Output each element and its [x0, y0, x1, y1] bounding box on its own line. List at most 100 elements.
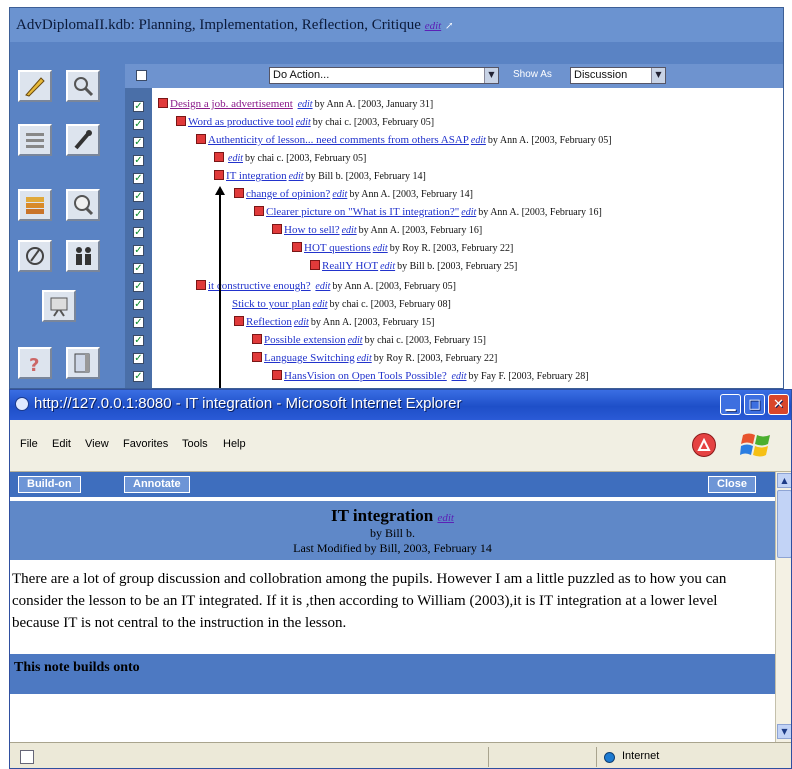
- note-checkbox[interactable]: ✓: [133, 335, 144, 346]
- close-note-button[interactable]: Close: [708, 476, 756, 493]
- note-checkbox[interactable]: ✓: [133, 155, 144, 166]
- menu-favorites[interactable]: Favorites: [123, 438, 168, 450]
- ie-title-bar[interactable]: http://127.0.0.1:8080 - IT integration -…: [10, 390, 791, 420]
- thread-note[interactable]: Design a job. advertisement edit by Ann A…: [158, 96, 433, 112]
- note-title-link[interactable]: Possible extension: [264, 334, 346, 346]
- note-edit-link[interactable]: edit: [296, 117, 311, 128]
- kdb-title-edit-link[interactable]: edit: [425, 20, 442, 32]
- note-edit-link[interactable]: edit: [289, 171, 304, 182]
- tools-icon[interactable]: [66, 124, 100, 156]
- note-edit-link[interactable]: edit: [437, 512, 454, 524]
- book-icon[interactable]: [66, 347, 100, 379]
- note-edit-link[interactable]: edit: [332, 189, 347, 200]
- note-edit-link[interactable]: edit: [313, 299, 328, 310]
- magnifier-icon[interactable]: [66, 70, 100, 102]
- menu-help[interactable]: Help: [223, 438, 246, 450]
- menu-tools[interactable]: Tools: [182, 438, 208, 450]
- note-checkbox[interactable]: ✓: [133, 101, 144, 112]
- note-edit-link[interactable]: edit: [461, 207, 476, 218]
- note-title-link[interactable]: HansVision on Open Tools Possible?: [284, 370, 447, 382]
- note-edit-link[interactable]: edit: [294, 317, 309, 328]
- chevron-down-icon[interactable]: ▼: [651, 68, 665, 83]
- help-icon[interactable]: ?: [18, 347, 52, 379]
- note-checkbox[interactable]: ✓: [133, 299, 144, 310]
- scroll-down-icon[interactable]: ▼: [777, 724, 791, 739]
- note-edit-link[interactable]: edit: [452, 371, 467, 382]
- note-edit-link[interactable]: edit: [357, 353, 372, 364]
- thread-note[interactable]: HOT questions edit by Roy R. [2003, Februa…: [292, 240, 513, 256]
- note-edit-link[interactable]: edit: [342, 225, 357, 236]
- note-title-link[interactable]: IT integration: [226, 170, 287, 182]
- do-action-select[interactable]: Do Action... ▼: [269, 67, 499, 84]
- note-checkbox[interactable]: ✓: [133, 281, 144, 292]
- thread-note[interactable]: Stick to your plan edit by chai c. [2003, …: [232, 296, 451, 312]
- stack-icon[interactable]: [18, 189, 52, 221]
- list-icon[interactable]: [18, 124, 52, 156]
- thread-note[interactable]: ReallY HOT edit by Bill b. [2003, February…: [310, 258, 517, 274]
- note-title-link[interactable]: Design a job. advertisement: [170, 98, 293, 110]
- note-title-link[interactable]: HOT questions: [304, 242, 371, 254]
- note-checkbox[interactable]: ✓: [133, 245, 144, 256]
- note-title-link[interactable]: change of opinion?: [246, 188, 330, 200]
- note-checkbox[interactable]: ✓: [133, 137, 144, 148]
- note-title-link[interactable]: Reflection: [246, 316, 292, 328]
- note-edit-link[interactable]: edit: [373, 243, 388, 254]
- menu-file[interactable]: File: [20, 438, 38, 450]
- note-checkbox[interactable]: ✓: [133, 317, 144, 328]
- note-checkbox[interactable]: ✓: [133, 173, 144, 184]
- thread-note[interactable]: Reflection edit by Ann A. [2003, February …: [234, 314, 434, 330]
- maximize-button[interactable]: □: [744, 394, 765, 415]
- note-edit-link[interactable]: edit: [228, 153, 243, 164]
- search-icon[interactable]: [66, 189, 100, 221]
- thread-note[interactable]: Clearer picture on "What is IT integrati…: [254, 204, 602, 220]
- vertical-scrollbar[interactable]: ▲ ▼: [775, 472, 791, 742]
- note-edit-link[interactable]: edit: [471, 135, 486, 146]
- note-icon: [196, 134, 206, 144]
- minimize-button[interactable]: ▁: [720, 394, 741, 415]
- easel-icon[interactable]: [42, 290, 76, 322]
- thread-note[interactable]: Authenticity of lesson... need comments …: [196, 132, 612, 148]
- select-all-checkbox[interactable]: [136, 70, 147, 81]
- note-title-link[interactable]: Word as productive tool: [188, 116, 294, 128]
- thread-note[interactable]: Possible extension edit by chai c. [2003, …: [252, 332, 486, 348]
- menu-view[interactable]: View: [85, 438, 109, 450]
- thread-note[interactable]: change of opinion? edit by Ann A. [2003, F…: [234, 186, 473, 202]
- note-title-link[interactable]: ReallY HOT: [322, 260, 378, 272]
- note-checkbox[interactable]: ✓: [133, 119, 144, 130]
- note-title-link[interactable]: Stick to your plan: [232, 298, 311, 310]
- note-edit-link[interactable]: edit: [315, 281, 330, 292]
- note-checkbox[interactable]: ✓: [133, 353, 144, 364]
- thread-note[interactable]: IT integration edit by Bill b. [2003, Febr…: [214, 168, 426, 184]
- thread-note[interactable]: edit by chai c. [2003, February 05]: [214, 150, 366, 166]
- thread-note[interactable]: HansVision on Open Tools Possible? edit b…: [272, 368, 589, 384]
- scroll-thumb[interactable]: [777, 490, 791, 558]
- annotate-button[interactable]: Annotate: [124, 476, 190, 493]
- note-checkbox[interactable]: ✓: [133, 227, 144, 238]
- note-title-link[interactable]: Authenticity of lesson... need comments …: [208, 134, 469, 146]
- chevron-down-icon[interactable]: ▼: [484, 68, 498, 83]
- compass-icon[interactable]: [18, 240, 52, 272]
- note-checkbox[interactable]: ✓: [133, 263, 144, 274]
- thread-note[interactable]: How to sell? edit by Ann A. [2003, Februar…: [272, 222, 482, 238]
- note-title-link[interactable]: Language Switching: [264, 352, 355, 364]
- menu-edit[interactable]: Edit: [52, 438, 71, 450]
- thread-note[interactable]: it constructive enough? edit by Ann A. [2…: [196, 278, 456, 294]
- people-icon[interactable]: [66, 240, 100, 272]
- note-edit-link[interactable]: edit: [380, 261, 395, 272]
- note-title-link[interactable]: it constructive enough?: [208, 280, 311, 292]
- note-checkbox[interactable]: ✓: [133, 371, 144, 382]
- window-close-button[interactable]: ✕: [768, 394, 789, 415]
- note-checkbox[interactable]: ✓: [133, 209, 144, 220]
- note-checkbox[interactable]: ✓: [133, 191, 144, 202]
- thread-note[interactable]: Language Switching edit by Roy R. [2003, F…: [252, 350, 497, 366]
- pencil-icon[interactable]: [18, 70, 52, 102]
- note-edit-link[interactable]: edit: [348, 335, 363, 346]
- scroll-up-icon[interactable]: ▲: [777, 473, 791, 488]
- acrobat-icon[interactable]: [692, 433, 716, 457]
- show-as-select[interactable]: Discussion ▼: [570, 67, 666, 84]
- note-edit-link[interactable]: edit: [298, 99, 313, 110]
- thread-note[interactable]: Word as productive tool edit by chai c. [2…: [176, 114, 434, 130]
- build-on-button[interactable]: Build-on: [18, 476, 81, 493]
- note-title-link[interactable]: How to sell?: [284, 224, 340, 236]
- note-title-link[interactable]: Clearer picture on "What is IT integrati…: [266, 206, 459, 218]
